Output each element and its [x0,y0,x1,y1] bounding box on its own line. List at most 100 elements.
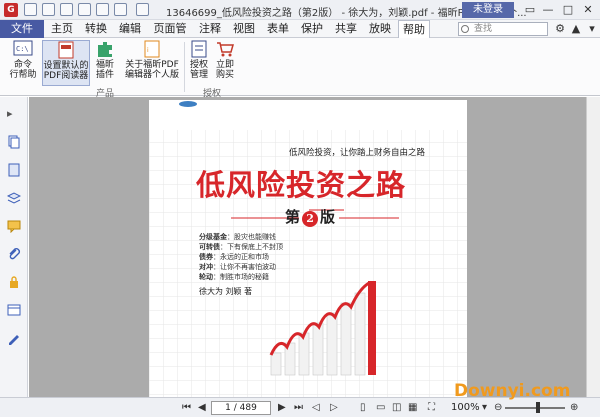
set-default-reader-button[interactable]: 设置默认的 PDF阅读器 [42,40,90,86]
comments-icon[interactable] [7,219,21,233]
ribbon-separator [184,42,185,92]
login-button[interactable]: 未登录 [462,2,514,18]
zoom-slider-knob[interactable] [536,402,540,413]
cover-edition: 第2版 [285,206,335,227]
navigation-panel: ▸ [0,97,28,397]
watermark: Downyi.com [454,381,571,401]
cover-authors: 徐大为 刘颖 著 [199,287,253,296]
buy-now-label-2: 购买 [215,70,234,80]
cover-point: 对冲：让你不再害怕波动 [199,263,276,271]
menu-file[interactable]: 文件 [0,20,44,38]
undo-icon[interactable] [96,3,109,16]
cover-point: 债券：永远的正和市场 [199,253,269,261]
command-line-icon: C:\ [13,40,33,56]
menu-protect[interactable]: 保护 [296,20,328,38]
lock-icon[interactable] [7,275,21,289]
cover-title: 低风险投资之路 [196,168,407,202]
command-line-label-1: 命令 [13,60,32,70]
pdf-page: 低风险投资，让你踏上财务自由之路 低风险投资之路 第2版 分级基金：股灾也能赚钱… [149,100,467,397]
menu-view[interactable]: 视图 [228,20,260,38]
command-line-label-2: 行帮助 [9,70,37,80]
menu-edit[interactable]: 编辑 [114,20,146,38]
hand-tool-icon[interactable] [136,3,149,16]
facing-page-icon[interactable]: ◫ [392,401,401,415]
puzzle-icon [98,42,112,57]
about-label-2: 编辑器个人版 [124,70,179,80]
save-icon[interactable] [42,3,55,16]
search-input[interactable]: 查找 [458,22,548,36]
license-label-2: 管理 [189,70,208,80]
bookmarks-icon[interactable] [7,163,21,177]
plugins-button[interactable]: 福昕 插件 [92,40,118,86]
quick-access-icon[interactable] [78,3,91,16]
cover-tagline: 低风险投资，让你踏上财务自由之路 [289,148,426,158]
continuous-page-icon[interactable]: ▭ [376,401,385,415]
license-manage-button[interactable]: 授权 管理 [188,40,210,86]
zoom-slider[interactable] [505,407,565,409]
settings-icon[interactable]: ▾ [584,22,600,36]
plugins-label-2: 插件 [95,70,114,80]
menu-page-manage[interactable]: 页面管 [148,20,192,38]
fit-page-icon[interactable]: ⛶ [428,401,435,415]
svg-text:C:\: C:\ [16,45,29,53]
zoom-menu-icon[interactable]: ▾ [482,401,487,415]
menu-comment[interactable]: 注释 [194,20,226,38]
license-icon [191,40,207,58]
license-label-1: 授权 [189,60,208,70]
set-default-reader-label-1: 设置默认的 [43,61,89,71]
form-fields-icon[interactable] [7,303,21,317]
cover-point: 分级基金：股灾也能赚钱 [199,233,276,241]
signature-icon[interactable] [7,331,21,345]
page-number-input[interactable]: 1 / 489 [211,401,271,415]
vertical-scrollbar[interactable] [586,97,600,397]
zoom-in-icon[interactable]: ⊕ [570,401,578,415]
last-page-icon[interactable]: ⏭ [294,401,303,415]
cover-point: 可转债：下有保底上不封顶 [199,243,283,251]
menu-help[interactable]: 帮助 [398,20,430,38]
attachments-icon[interactable] [7,247,21,261]
minimize-button[interactable]: — [540,2,556,17]
first-page-icon[interactable]: ⏮ [182,401,191,415]
search-options-icon[interactable]: ⚙ [552,22,568,36]
publisher-logo-icon [179,101,197,107]
document-area[interactable]: 低风险投资，让你踏上财务自由之路 低风险投资之路 第2版 分级基金：股灾也能赚钱… [29,97,600,397]
maximize-button[interactable]: □ [560,2,576,17]
app-logo-icon: G [4,3,18,17]
zoom-level[interactable]: 100% [451,401,480,415]
buy-now-button[interactable]: 立即 购买 [214,40,236,86]
pages-icon[interactable] [7,135,21,149]
prev-view-icon[interactable]: ◁ [312,401,320,415]
prev-page-icon[interactable]: ◀ [198,401,206,415]
up-arrow-icon[interactable]: ▲ [568,22,584,36]
about-button[interactable]: i 关于福昕PDF 编辑器个人版 [122,40,182,86]
ribbon: C:\ 命令 行帮助 设置默认的 PDF阅读器 福昕 插件 i 关于福昕PDF … [0,38,600,99]
zoom-out-icon[interactable]: ⊖ [494,401,502,415]
plugins-label-1: 福昕 [95,60,114,70]
continuous-facing-icon[interactable]: ▦ [408,401,417,415]
open-icon[interactable] [24,3,37,16]
cover-bars-illustration [269,281,376,376]
menu-form[interactable]: 表单 [262,20,294,38]
menu-home[interactable]: 主页 [46,20,78,38]
ribbon-toggle-icon[interactable]: ▭ [522,2,538,17]
close-button[interactable]: ✕ [580,2,596,17]
next-view-icon[interactable]: ▷ [330,401,338,415]
menu-convert[interactable]: 转换 [80,20,112,38]
next-page-icon[interactable]: ▶ [278,401,286,415]
layers-icon[interactable] [7,191,21,205]
menu-share[interactable]: 共享 [330,20,362,38]
edition-number: 2 [302,211,319,227]
redo-icon[interactable] [114,3,127,16]
menu-slideshow[interactable]: 放映 [364,20,396,38]
print-icon[interactable] [60,3,73,16]
edition-suffix: 版 [320,208,336,226]
collapse-arrow-icon[interactable]: ▸ [7,107,21,121]
cart-icon [217,42,234,57]
buy-now-label-1: 立即 [215,60,234,70]
search-icon [461,25,469,33]
about-label-1: 关于福昕PDF [125,60,179,70]
about-icon: i [144,40,160,58]
single-page-icon[interactable]: ▯ [360,401,366,415]
command-line-help-button[interactable]: C:\ 命令 行帮助 [6,40,40,86]
pdf-reader-icon [58,41,74,59]
